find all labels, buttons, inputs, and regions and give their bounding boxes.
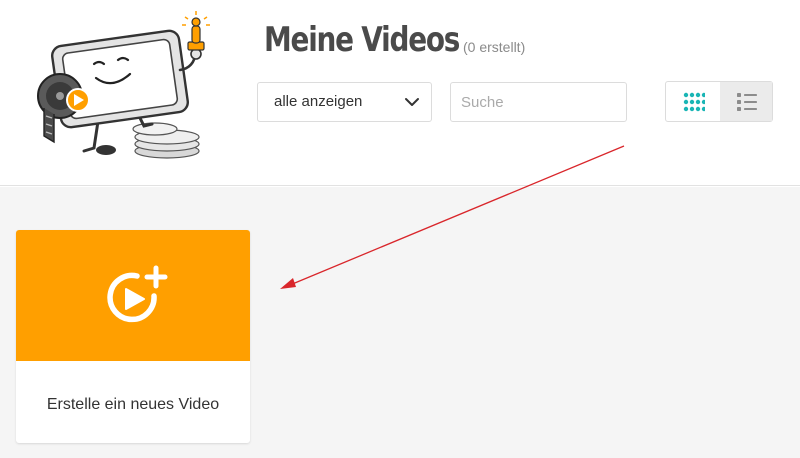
filter-select-value: alle anzeigen [274, 93, 363, 110]
list-view-button[interactable] [720, 82, 772, 121]
play-circle-plus-icon [107, 265, 168, 323]
search-input[interactable] [450, 82, 627, 122]
video-count: (0 erstellt) [463, 39, 526, 55]
filter-select[interactable]: alle anzeigen [257, 82, 432, 122]
list-icon [737, 93, 757, 111]
video-list-area: Erstelle ein neues Video [0, 187, 800, 458]
grid-icon [683, 92, 705, 112]
chevron-down-icon [405, 98, 419, 106]
page-title: Meine Videos [264, 20, 460, 60]
create-new-video-card[interactable]: Erstelle ein neues Video [16, 230, 250, 443]
grid-view-button[interactable] [666, 82, 721, 121]
card-thumbnail [16, 230, 250, 361]
page: Meine Videos (0 erstellt) alle anzeigen [0, 0, 800, 458]
mascot-illustration [37, 11, 210, 159]
view-toggle [665, 81, 773, 122]
header: Meine Videos (0 erstellt) alle anzeigen [0, 0, 800, 186]
create-new-video-label: Erstelle ein neues Video [46, 396, 220, 413]
